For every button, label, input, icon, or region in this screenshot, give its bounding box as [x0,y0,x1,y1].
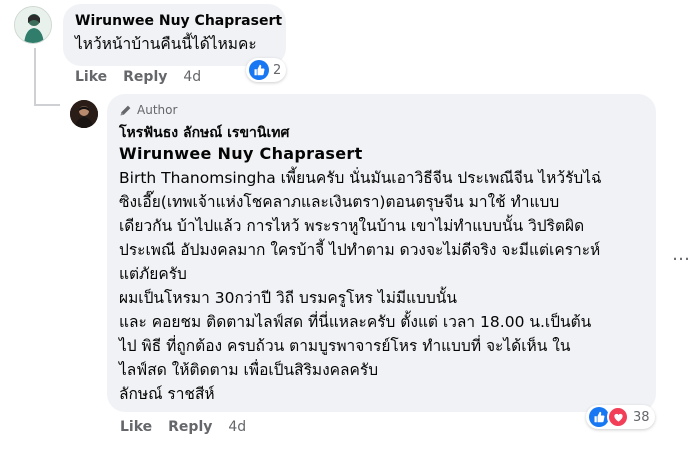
reply-reactions[interactable]: 38 [586,405,655,429]
author-badge-label: Author [137,103,178,117]
reply-button[interactable]: Reply [168,419,212,435]
reply-line: เดียวกัน บ้าไปแล้ว การไหว้ พระราหูในบ้าน… [119,217,585,235]
reply-reaction-count: 38 [633,409,650,425]
author-badge: Author [119,101,644,119]
comment-timestamp[interactable]: 4d [183,69,201,85]
reply-actions: Like Reply 4d [120,419,246,435]
reply-line: และ คอยชม ติดตามไลฟ์สด ที่นี่แหละครับ ตั… [119,313,592,331]
reply-line: ผมเป็นโหรมา 30กว่าปี วิถี บรมครูโหร ไม่ม… [119,289,458,307]
author-photo-icon [70,100,98,128]
commenter-avatar[interactable] [14,6,52,44]
thread-line-branch [34,104,60,106]
comment-author[interactable]: Wirunwee Nuy Chaprasert [75,13,282,29]
profile-photo-icon [15,7,51,43]
reply-author[interactable]: โหรฟันธง ลักษณ์ เรขานิเทศ [119,123,644,143]
reply-line: ซิงเอี๊ย(เทพเจ้าแห่งโชคลาภและเงินตรา)ตอน… [119,193,560,211]
reply-line: แต่ภัยครับ [119,265,187,283]
reply-line: ไลฟ์สด ให้ติดตาม เพื่อเป็นสิริมงคลครับ [119,361,379,379]
mention-link[interactable]: Wirunwee Nuy Chaprasert [119,143,644,165]
like-button[interactable]: Like [120,419,152,435]
love-reaction-icon [607,406,629,428]
reply-button[interactable]: Reply [123,69,167,85]
reply-author-avatar[interactable] [70,100,98,128]
reply-text: Birth Thanomsingha เพี้ยนครับ นั่นมันเอา… [119,166,644,406]
like-reaction-icon [589,407,609,427]
reply-line: ไป พิธี ที่ถูกต้อง ครบถ้วน ตามบูรพาจารย์… [119,337,571,355]
comment-actions: Like Reply 4d [75,69,201,85]
like-button[interactable]: Like [75,69,107,85]
reply-line: ลักษณ์ ราชสีห์ [119,385,215,403]
reply-line: Birth Thanomsingha เพี้ยนครับ นั่นมันเอา… [119,169,602,187]
comment-reactions[interactable]: 2 [246,58,287,82]
comment-text: ไหว้หน้าบ้านคืนนี้ได้ไหมคะ [75,35,257,53]
reply-bubble: Author โหรฟันธง ลักษณ์ เรขานิเทศ Wirunwe… [107,94,656,412]
more-options-icon[interactable]: … [672,244,691,265]
pencil-icon [120,105,131,115]
reply-line: ประเพณี อัปมงคลมาก ใครบ้าจี้ ไปทำตาม ดวง… [119,241,601,259]
reply-timestamp[interactable]: 4d [228,419,246,435]
comment-reaction-count: 2 [273,62,282,78]
thread-line [34,48,36,106]
comment-bubble: Wirunwee Nuy Chaprasert ไหว้หน้าบ้านคืนน… [63,4,286,66]
like-reaction-icon [249,60,269,80]
